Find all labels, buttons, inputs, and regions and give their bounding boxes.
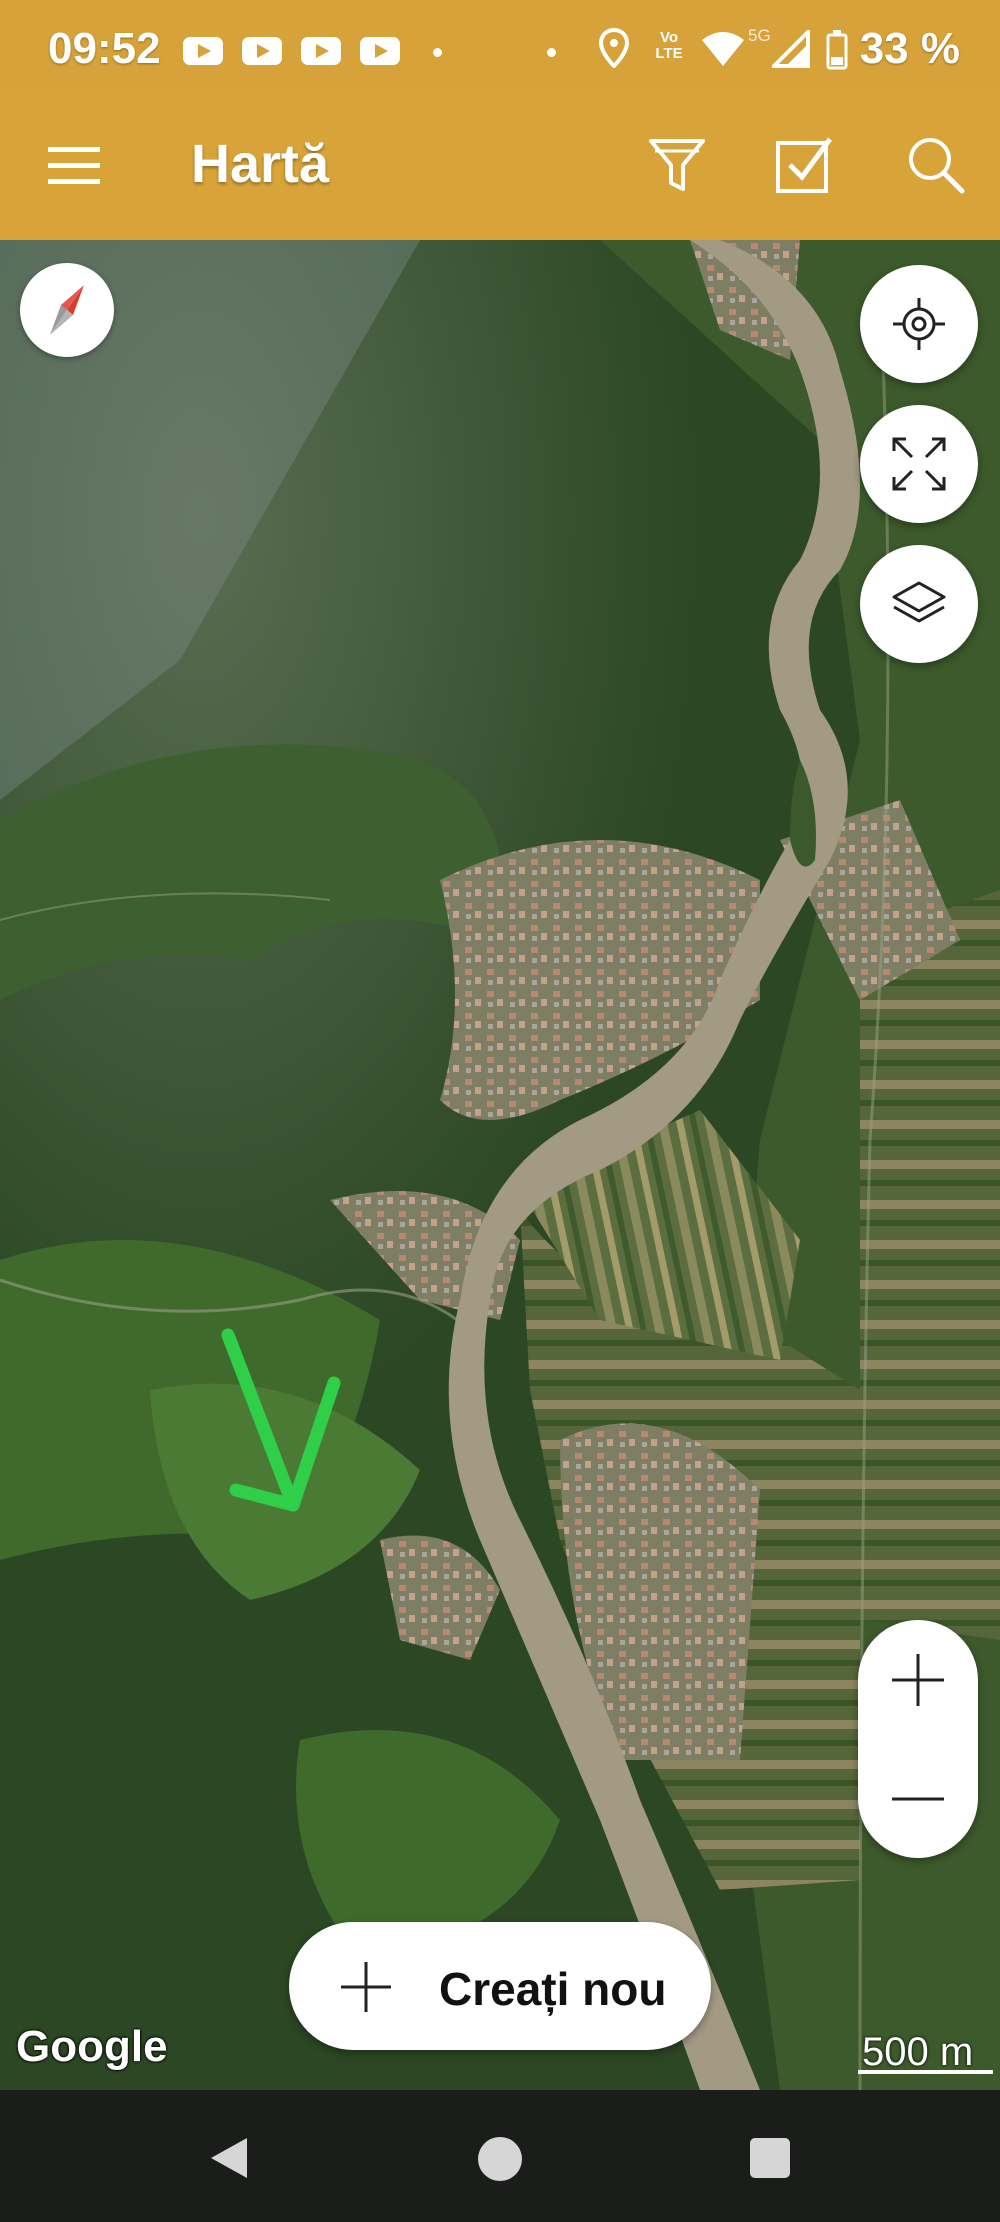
- signal-icon: [772, 30, 810, 68]
- volte-icon: Vo LTE: [655, 29, 683, 62]
- battery-percent: 33 %: [859, 24, 960, 73]
- search-icon[interactable]: [904, 133, 968, 197]
- status-time: 09:52: [48, 24, 161, 73]
- zoom-in-icon: [892, 1653, 944, 1706]
- youtube-icon: [242, 37, 282, 65]
- back-icon[interactable]: [207, 2136, 251, 2180]
- wifi-icon: [702, 32, 744, 66]
- network-type-label: 5G: [748, 26, 771, 45]
- battery-icon: [826, 30, 848, 70]
- filter-icon[interactable]: [645, 133, 709, 197]
- system-nav-bar: [0, 2090, 1000, 2222]
- location-icon: [599, 28, 629, 68]
- my-location-button[interactable]: [860, 265, 978, 383]
- zoom-out-icon: [892, 1797, 944, 1800]
- scale-bar: [858, 2070, 993, 2074]
- zoom-in-button[interactable]: [858, 1620, 978, 1739]
- create-new-button[interactable]: Creați nou: [289, 1922, 711, 2050]
- fullscreen-button[interactable]: [860, 405, 978, 523]
- map-scale: 500 m: [858, 2030, 993, 2074]
- scale-label: 500 m: [862, 2030, 974, 2074]
- app-bar: Hartă: [0, 93, 1000, 240]
- satellite-map[interactable]: Creați nou Google 500 m: [0, 240, 1000, 2090]
- menu-icon[interactable]: [42, 133, 106, 197]
- home-icon[interactable]: [477, 2136, 523, 2182]
- recents-icon[interactable]: [748, 2136, 792, 2180]
- layers-icon: [892, 581, 946, 623]
- zoom-control: [858, 1620, 978, 1858]
- checklist-icon[interactable]: [772, 133, 836, 197]
- zoom-out-button[interactable]: [858, 1739, 978, 1858]
- layers-button[interactable]: [860, 545, 978, 663]
- youtube-icon: [360, 37, 400, 65]
- google-attribution: Google: [16, 2022, 168, 2071]
- compass-icon[interactable]: [20, 263, 114, 357]
- youtube-icon: [301, 37, 341, 65]
- notification-dot-icon: [433, 48, 442, 57]
- youtube-icon: [183, 37, 223, 65]
- plus-icon: [341, 1962, 391, 2012]
- status-bar: 09:52 Vo LTE 5G 33 %: [0, 0, 1000, 93]
- page-title: Hartă: [191, 134, 330, 194]
- my-location-icon: [893, 298, 945, 350]
- satellite-imagery: [0, 240, 1000, 2090]
- fullscreen-icon: [892, 437, 946, 491]
- notification-dot-icon: [547, 48, 556, 57]
- create-new-label: Creați nou: [439, 1963, 667, 2015]
